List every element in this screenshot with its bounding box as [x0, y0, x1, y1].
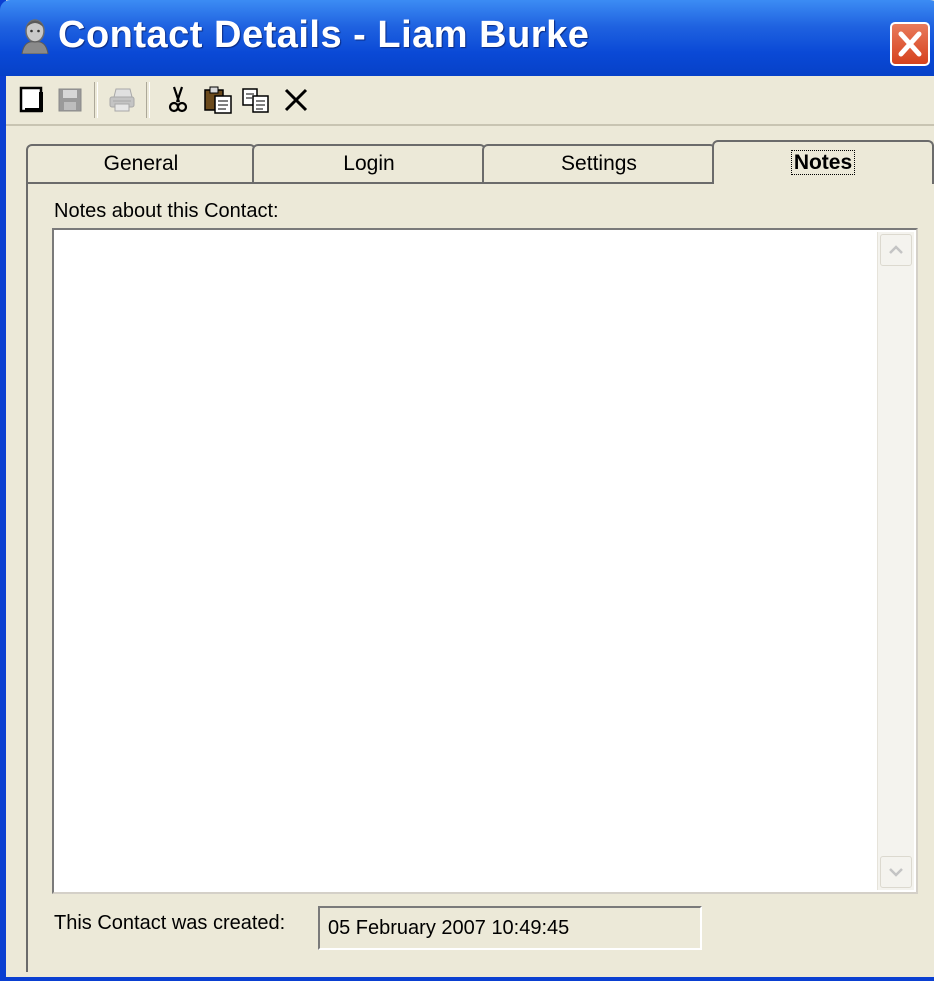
created-label: This Contact was created:: [54, 912, 286, 934]
tab-notes[interactable]: Notes: [712, 140, 934, 184]
notes-label: Notes about this Contact:: [54, 200, 279, 222]
toolbar: [6, 76, 934, 126]
chevron-down-icon: [889, 868, 903, 877]
title-bar[interactable]: Contact Details - Liam Burke: [0, 0, 934, 76]
save-disk-icon: [58, 88, 82, 112]
cut-button[interactable]: [162, 84, 194, 116]
contact-person-icon: [18, 18, 52, 55]
tab-general[interactable]: General: [26, 144, 256, 182]
cut-scissors-icon: [168, 86, 188, 113]
copy-icon: [242, 88, 269, 113]
notes-textarea[interactable]: [52, 228, 918, 894]
print-icon: [109, 88, 135, 112]
scroll-down-button[interactable]: [880, 856, 912, 888]
chevron-up-icon: [889, 245, 903, 254]
tab-login-label: Login: [343, 152, 395, 175]
toolbar-separator: [94, 82, 98, 118]
tab-settings[interactable]: Settings: [482, 144, 716, 182]
tab-strip: General Login Settings Notes: [24, 140, 934, 184]
delete-x-icon: [284, 88, 308, 112]
close-button[interactable]: [890, 22, 930, 66]
new-button[interactable]: [16, 84, 48, 116]
scroll-up-button[interactable]: [880, 234, 912, 266]
toolbar-separator: [146, 82, 150, 118]
save-button[interactable]: [54, 84, 86, 116]
print-button[interactable]: [106, 84, 138, 116]
new-document-icon: [19, 86, 43, 113]
created-date-field: 05 February 2007 10:49:45: [318, 906, 702, 950]
copy-button[interactable]: [240, 84, 272, 116]
paste-button[interactable]: [202, 84, 234, 116]
window-title: Contact Details - Liam Burke: [58, 14, 590, 56]
tab-general-label: General: [103, 152, 179, 175]
tab-login[interactable]: Login: [252, 144, 486, 182]
tab-notes-label: Notes: [790, 150, 856, 175]
delete-button[interactable]: [280, 84, 312, 116]
notes-scrollbar[interactable]: [877, 232, 914, 890]
tab-settings-label: Settings: [561, 152, 637, 175]
paste-clipboard-icon: [204, 86, 232, 114]
close-icon: [898, 31, 922, 57]
contact-details-window: Contact Details - Liam Burke General Log…: [0, 0, 934, 981]
